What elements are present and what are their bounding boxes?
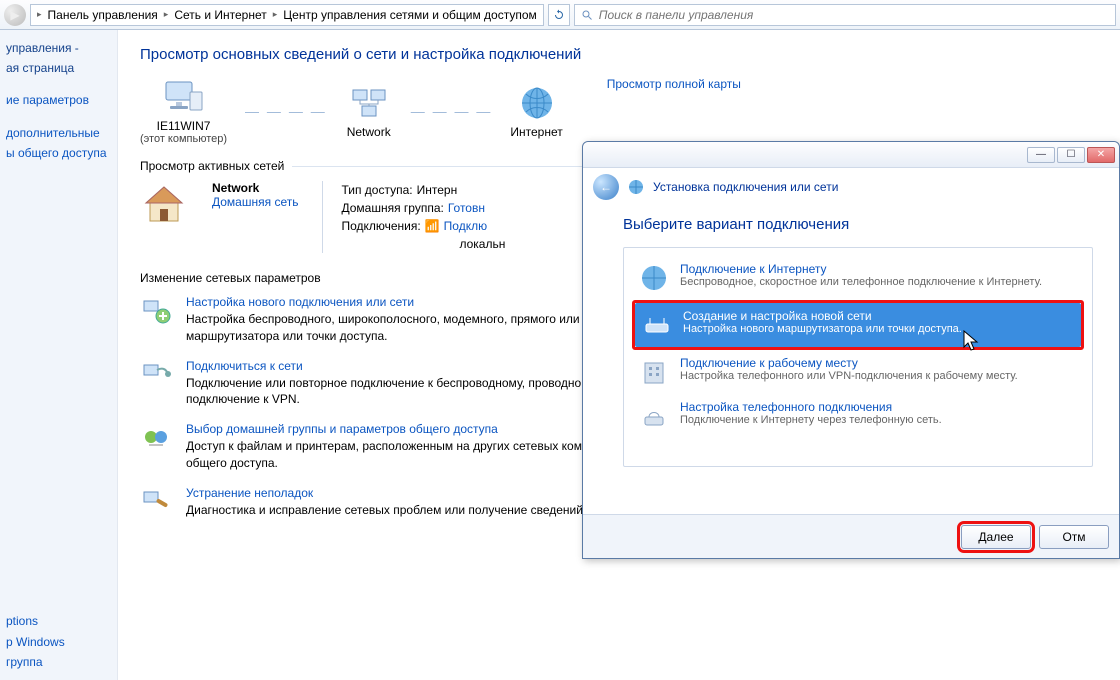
sidebar-link-sharing-extra[interactable]: ы общего доступа: [6, 145, 111, 161]
sidebar: управления - ая страница ие параметров д…: [0, 30, 118, 680]
prop-val-link[interactable]: Подклю: [444, 217, 487, 235]
search-icon: [581, 9, 593, 21]
wizard-icon: [140, 295, 172, 327]
wizard-footer: Далее Отм: [583, 514, 1119, 558]
network-type-link[interactable]: Домашняя сеть: [212, 195, 298, 209]
refresh-button[interactable]: [548, 4, 570, 26]
network-map: IE11WIN7 (этот компьютер) — — — — Networ…: [140, 77, 1098, 145]
sidebar-text: управления -: [6, 40, 111, 56]
prop-key: Подключения:: [341, 217, 420, 235]
shield-network-icon: [627, 178, 645, 196]
wizard-option-new-network[interactable]: Создание и настройка новой сети Настройк…: [635, 303, 1081, 347]
breadcrumb[interactable]: ▸ Панель управления ▸ Сеть и Интернет ▸ …: [30, 4, 544, 26]
connect-icon: [140, 359, 172, 391]
wizard-heading: Выберите вариант подключения: [623, 216, 1093, 233]
wizard-option-internet[interactable]: Подключение к Интернету Беспроводное, ск…: [632, 256, 1084, 300]
network-name: Network: [212, 181, 298, 195]
connection-line-icon: — — — —: [411, 103, 493, 119]
map-node-pc: IE11WIN7 (этот компьютер): [140, 77, 227, 145]
chevron-right-icon: ▸: [37, 9, 42, 20]
option-title: Подключение к Интернету: [680, 262, 1042, 276]
cancel-button[interactable]: Отм: [1039, 525, 1109, 549]
prop-val: локальн: [459, 235, 505, 253]
option-desc: Настройка телефонного или VPN-подключени…: [680, 370, 1018, 382]
wizard-title: Установка подключения или сети: [653, 180, 838, 194]
map-node-sublabel: (этот компьютер): [140, 133, 227, 145]
option-title: Настройка телефонного подключения: [680, 400, 942, 414]
sidebar-text: ая страница: [6, 60, 111, 76]
window-minimize-button[interactable]: —: [1027, 147, 1055, 163]
connection-wizard-window: — ☐ ✕ ← Установка подключения или сети В…: [582, 141, 1120, 559]
option-title: Подключение к рабочему месту: [680, 356, 1018, 370]
router-icon: [641, 309, 673, 341]
map-node-network: Network: [345, 83, 393, 139]
window-maximize-button[interactable]: ☐: [1057, 147, 1085, 163]
search-input[interactable]: [599, 8, 1109, 22]
task-desc: Диагностика и исправление сетевых пробле…: [186, 502, 616, 519]
computer-icon: [160, 77, 208, 117]
page-title: Просмотр основных сведений о сети и наст…: [140, 46, 1098, 63]
map-node-label: Network: [345, 125, 393, 139]
building-icon: [638, 356, 670, 388]
prop-val-link[interactable]: Готовн: [448, 199, 485, 217]
prop-key: Домашняя группа:: [341, 199, 443, 217]
troubleshoot-icon: [140, 486, 172, 518]
home-network-icon: [140, 181, 188, 229]
network-icon: [345, 83, 393, 123]
sidebar-link-options[interactable]: ptions: [6, 613, 111, 629]
wizard-option-dialup[interactable]: Настройка телефонного подключения Подклю…: [632, 394, 1084, 438]
callout-highlight: Создание и настройка новой сети Настройк…: [632, 300, 1084, 350]
full-map-link[interactable]: Просмотр полной карты: [607, 77, 741, 91]
map-node-label: Интернет: [510, 125, 562, 139]
wizard-header: ← Установка подключения или сети: [583, 168, 1119, 206]
option-desc: Беспроводное, скоростное или телефонное …: [680, 276, 1042, 288]
task-title[interactable]: Устранение неполадок: [186, 486, 616, 500]
network-properties: Тип доступа: Интерн Домашняя группа: Гот…: [322, 181, 505, 253]
sidebar-link-homegroup[interactable]: группа: [6, 654, 111, 670]
globe-icon: [638, 262, 670, 294]
next-button[interactable]: Далее: [961, 525, 1031, 549]
nav-forward-button[interactable]: ▶: [4, 4, 26, 26]
search-box[interactable]: [574, 4, 1116, 26]
option-desc: Подключение к Интернету через телефонную…: [680, 414, 942, 426]
globe-icon: [513, 83, 561, 123]
section-label-active-networks: Просмотр активных сетей: [140, 159, 284, 173]
window-close-button[interactable]: ✕: [1087, 147, 1115, 163]
phone-icon: [638, 400, 670, 432]
connection-line-icon: — — — —: [245, 103, 327, 119]
chevron-right-icon: ▸: [273, 9, 278, 20]
chevron-right-icon: ▸: [164, 9, 169, 20]
prop-val: Интерн: [417, 181, 458, 199]
option-title: Создание и настройка новой сети: [683, 309, 1075, 323]
breadcrumb-item[interactable]: Панель управления: [48, 8, 158, 22]
connection-icon: 📶: [425, 217, 440, 235]
sidebar-link-adapter-params[interactable]: ие параметров: [6, 92, 111, 108]
map-node-internet: Интернет: [510, 83, 562, 139]
sidebar-link-sharing-extra[interactable]: дополнительные: [6, 125, 111, 141]
wizard-option-workplace[interactable]: Подключение к рабочему месту Настройка т…: [632, 350, 1084, 394]
map-node-label: IE11WIN7: [140, 119, 227, 133]
breadcrumb-item[interactable]: Центр управления сетями и общим доступом: [283, 8, 537, 22]
address-bar: ▶ ▸ Панель управления ▸ Сеть и Интернет …: [0, 0, 1120, 30]
prop-key: Тип доступа:: [341, 181, 412, 199]
breadcrumb-item[interactable]: Сеть и Интернет: [174, 8, 266, 22]
homegroup-icon: [140, 422, 172, 454]
wizard-back-button[interactable]: ←: [593, 174, 619, 200]
option-desc: Настройка нового маршрутизатора или точк…: [683, 323, 1075, 335]
wizard-option-list: Подключение к Интернету Беспроводное, ск…: [623, 247, 1093, 467]
sidebar-link-windows[interactable]: p Windows: [6, 634, 111, 650]
window-titlebar[interactable]: — ☐ ✕: [583, 142, 1119, 168]
